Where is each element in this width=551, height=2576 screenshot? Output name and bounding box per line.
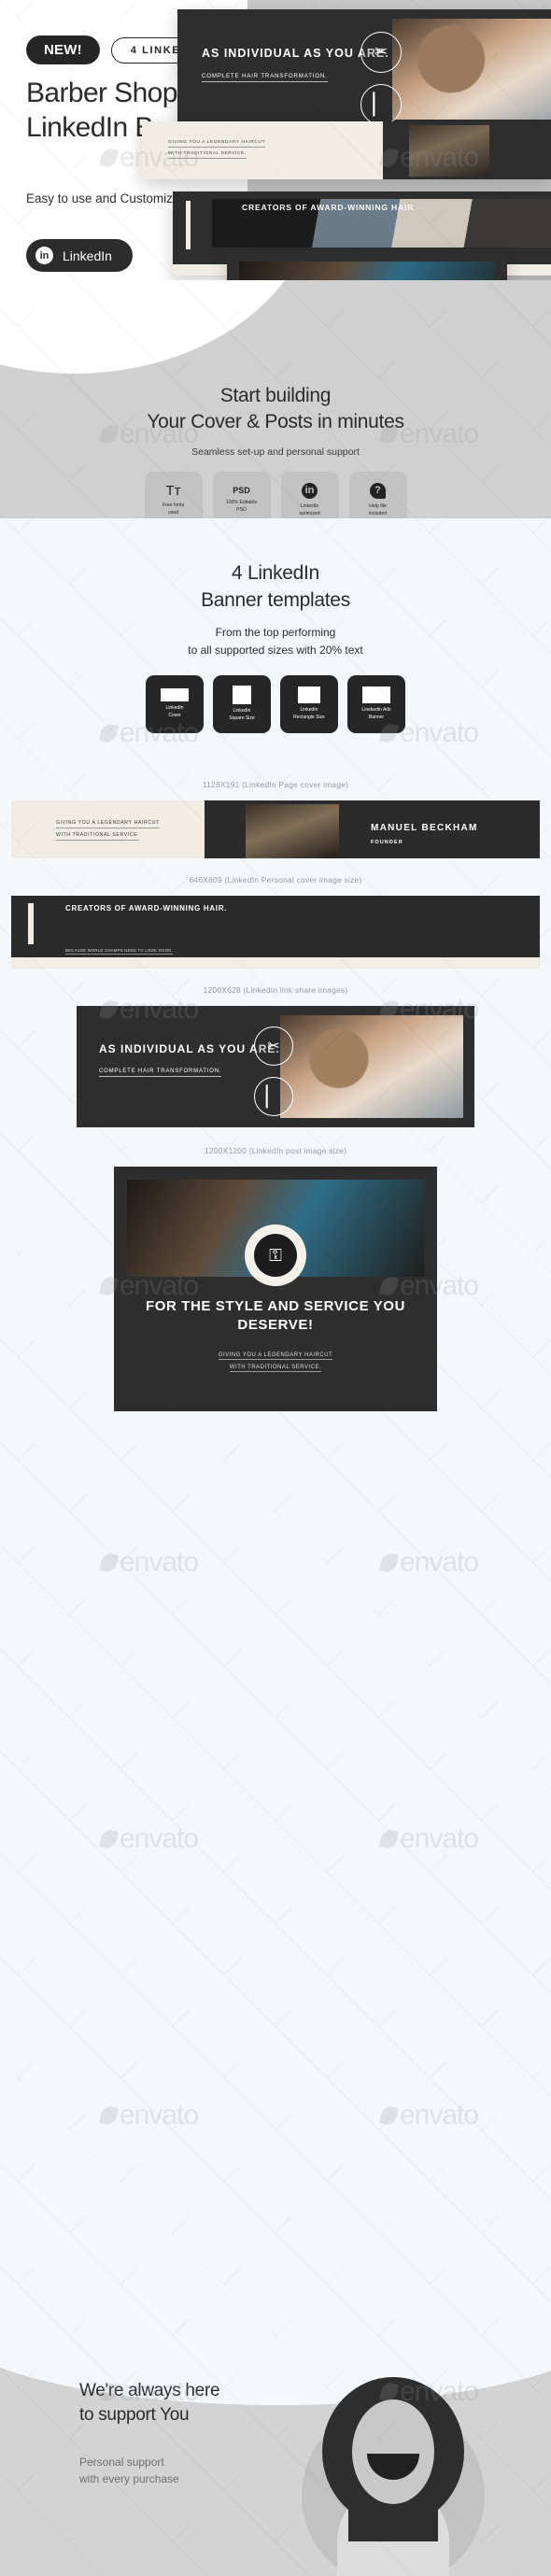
scissors-icon: ✂ bbox=[254, 1026, 293, 1066]
preview1-name: MANUEL BECKHAM bbox=[371, 823, 478, 833]
founder-photo bbox=[246, 804, 339, 858]
feature-caption: 100% Editable PSD bbox=[225, 500, 258, 513]
barber-portrait-photo bbox=[409, 125, 489, 177]
haircut-side-photo bbox=[280, 1015, 463, 1118]
font-icon: Tᴛ bbox=[165, 483, 181, 500]
cover-shape-icon bbox=[161, 688, 189, 702]
hero-banner-link-share: AS INDIVIDUAL AS YOU ARE. COMPLETE HAIR … bbox=[177, 9, 551, 129]
psd-file-icon: PSD bbox=[233, 486, 250, 496]
preview-linkedin-personal-cover: CREATORS OF AWARD-WINNING HAIR. BECAUSE … bbox=[11, 896, 540, 969]
preview4-headline: FOR THE STYLE AND SERVICE YOU DESERVE! bbox=[146, 1298, 405, 1334]
seal-inner-icon: ⚿ bbox=[254, 1234, 297, 1277]
size-cards: LinkedIn Cover LinkedIn Square Size Link… bbox=[0, 675, 551, 733]
size-card-cover[interactable]: LinkedIn Cover bbox=[146, 675, 204, 733]
linkedin-icon: in bbox=[35, 247, 53, 264]
white-curve-shape bbox=[0, 280, 318, 374]
poster-page: NEW! 4 LINKEDIN BANNERS Barber Shop Link… bbox=[0, 0, 551, 2576]
scissors-icon: ✂ bbox=[360, 32, 402, 73]
accent-bar bbox=[186, 201, 191, 249]
razor-icon: ▏ bbox=[360, 84, 402, 125]
support-section: We're always here to support You Persona… bbox=[0, 2349, 551, 2576]
size-card-caption: Linekedin Ads Banner bbox=[361, 707, 391, 720]
support-title: We're always here to support You bbox=[79, 2381, 220, 2425]
linkedin-button-label: LinkedIn bbox=[63, 248, 112, 263]
hero-banner2-line1: GIVING YOU A LEGENDARY HAIRCUT bbox=[168, 140, 266, 148]
preview4-line1: GIVING YOU A LEGENDARY HAIRCUT bbox=[218, 1352, 333, 1360]
preview-label-cover: 1128X191 (LinkedIn Page cover image) bbox=[202, 780, 349, 789]
preview2-headline: CREATORS OF AWARD-WINNING HAIR. bbox=[65, 904, 228, 913]
size-card-square[interactable]: LinkedIn Square Size bbox=[213, 675, 271, 733]
preview1-role: FOUNDER bbox=[371, 840, 403, 845]
size-card-rectangle[interactable]: LinkedIn Rectangle Size bbox=[280, 675, 338, 733]
preview1-line1: GIVING YOU A LEGENDARY HAIRCUT bbox=[56, 820, 160, 828]
ads-shape-icon bbox=[362, 686, 390, 704]
help-bubble-icon: ? bbox=[370, 483, 386, 500]
hero-section: NEW! 4 LINKEDIN BANNERS Barber Shop Link… bbox=[0, 0, 551, 299]
support-subtitle: Personal support with every purchase bbox=[79, 2456, 179, 2485]
size-card-caption: LinkedIn Rectangle Size bbox=[293, 707, 325, 720]
feature-caption: Help file included bbox=[368, 503, 388, 517]
preview-label-post: 1200X1200 (LinkedIn post image size) bbox=[204, 1146, 347, 1155]
size-card-caption: LinkedIn Square Size bbox=[229, 708, 255, 721]
hero-banner1-subline: COMPLETE HAIR TRANSFORMATION. bbox=[202, 73, 328, 83]
preview4-line2: WITH TRADITIONAL SERVICE. bbox=[229, 1365, 322, 1373]
feature-card-free-fonts: Tᴛ Free fonts used bbox=[144, 472, 203, 518]
preview4-lines: GIVING YOU A LEGENDARY HAIRCUT WITH TRAD… bbox=[114, 1350, 437, 1374]
preview3-headline: AS INDIVIDUAL AS YOU ARE. bbox=[99, 1042, 280, 1055]
linkedin-button[interactable]: in LinkedIn bbox=[26, 239, 133, 272]
templates-section: 4 LinkedIn Banner templates From the top… bbox=[0, 518, 551, 2349]
razor-icon: ▏ bbox=[254, 1077, 293, 1116]
hero-banner2-left: GIVING YOU A LEGENDARY HAIRCUT WITH TRAD… bbox=[142, 121, 383, 179]
start-building-section: Start building Your Cover & Posts in min… bbox=[0, 280, 551, 518]
preview-label-personal-cover: 646X609 (LinkedIn Personal cover image s… bbox=[189, 875, 362, 885]
templates-subtitle: From the top performing to all supported… bbox=[188, 626, 363, 657]
support-avatar bbox=[285, 2371, 500, 2576]
new-badge: NEW! bbox=[26, 35, 100, 64]
preview3-subline: COMPLETE HAIR TRANSFORMATION. bbox=[99, 1069, 222, 1078]
start-building-title: Start building Your Cover & Posts in min… bbox=[147, 385, 404, 433]
hero-banner2-right bbox=[383, 121, 551, 179]
feature-card-editable-psd: PSD 100% Editable PSD bbox=[212, 472, 271, 518]
feature-cards: Tᴛ Free fonts used PSD 100% Editable PSD… bbox=[0, 472, 551, 518]
preview-label-link-share: 1200X628 (LinkedIn link share images) bbox=[203, 985, 348, 995]
rectangle-shape-icon bbox=[298, 686, 320, 704]
preview1-line2: WITH TRADITIONAL SERVICE. bbox=[56, 832, 140, 841]
feature-caption: LinkedIn optimized bbox=[299, 503, 320, 517]
preview3-text: AS INDIVIDUAL AS YOU ARE. COMPLETE HAIR … bbox=[99, 1041, 280, 1078]
accent-bar bbox=[28, 903, 34, 944]
linkedin-icon: in bbox=[302, 483, 318, 500]
preview-linkedin-post: ⚿ FOR THE STYLE AND SERVICE YOU DESERVE!… bbox=[114, 1167, 437, 1411]
preview2-subline: BECAUSE WORLD CHAMPS NEED TO LOOK GOOD. bbox=[65, 948, 174, 955]
avatar-face bbox=[352, 2399, 434, 2504]
hero-banner3-headline: CREATORS OF AWARD-WINNING HAIR. bbox=[242, 203, 417, 212]
satisfaction-seal-icon: ⚿ bbox=[245, 1224, 306, 1286]
hero-banner2-line2: WITH TRADITIONAL SERVICE. bbox=[168, 151, 247, 159]
size-card-ads[interactable]: Linekedin Ads Banner bbox=[347, 675, 405, 733]
start-building-subtitle: Seamless set-up and personal support bbox=[191, 446, 360, 458]
feature-caption: Free fonts used bbox=[162, 502, 185, 516]
barber-photo bbox=[392, 19, 551, 120]
preview-linkedin-link-share: AS INDIVIDUAL AS YOU ARE. COMPLETE HAIR … bbox=[77, 1006, 474, 1127]
square-shape-icon bbox=[233, 686, 251, 705]
templates-title: 4 LinkedIn Banner templates bbox=[201, 562, 350, 611]
feature-card-linkedin-optimized: in LinkedIn optimized bbox=[280, 472, 339, 518]
size-card-caption: LinkedIn Cover bbox=[165, 705, 184, 718]
hero-banner-page-cover: GIVING YOU A LEGENDARY HAIRCUT WITH TRAD… bbox=[142, 121, 551, 179]
feature-card-help-file: ? Help file included bbox=[348, 472, 407, 518]
preview-linkedin-page-cover: GIVING YOU A LEGENDARY HAIRCUT WITH TRAD… bbox=[11, 800, 540, 858]
